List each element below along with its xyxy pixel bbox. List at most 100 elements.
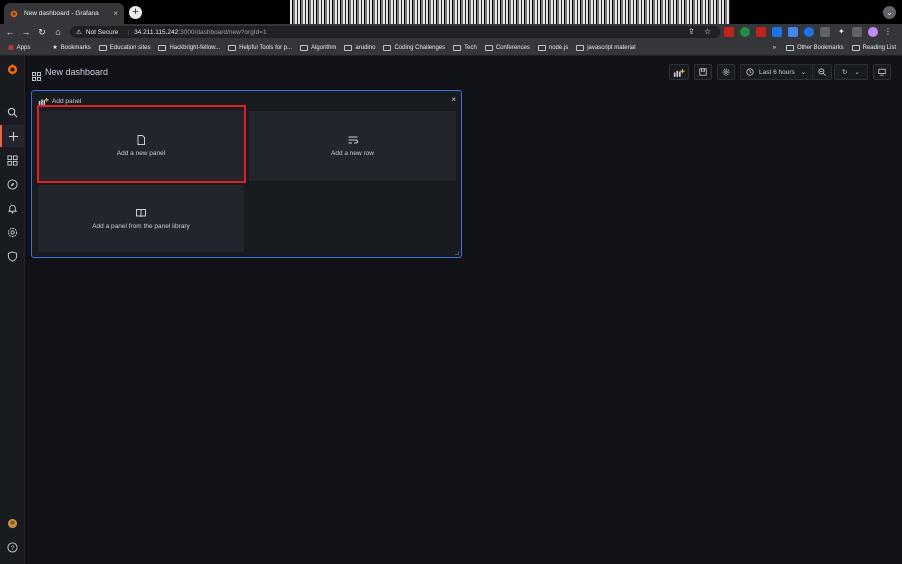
bookmark-folder[interactable]: Helpful Tools for p... xyxy=(228,44,292,51)
folder-icon xyxy=(537,44,546,51)
close-icon[interactable]: × xyxy=(451,95,456,104)
bookmark-folder[interactable]: Tech xyxy=(453,44,477,51)
clock-icon xyxy=(746,68,754,76)
extension-icon[interactable] xyxy=(740,27,750,37)
bookmark-star-icon[interactable]: ☆ xyxy=(704,27,714,37)
bookmark-folder[interactable]: javascript material xyxy=(576,44,636,51)
highlight-annotation-box xyxy=(37,105,246,183)
tab-title: New dashboard - Grafana xyxy=(24,10,99,17)
folder-icon xyxy=(576,44,585,51)
reading-list-icon xyxy=(851,45,860,51)
user-avatar[interactable] xyxy=(0,512,25,534)
folder-icon xyxy=(98,44,107,51)
refresh-dashboard-button[interactable]: ↻ ⌄ xyxy=(834,64,868,80)
row-icon xyxy=(348,136,358,144)
bookmark-apps[interactable]: ▦ Apps xyxy=(8,44,30,52)
share-icon[interactable]: ⇪ xyxy=(688,27,698,37)
address-host: 34.211.115.242 xyxy=(134,28,179,36)
book-icon xyxy=(136,208,146,217)
extension-icon[interactable] xyxy=(756,27,766,37)
add-library-panel-option[interactable]: Add a panel from the panel library xyxy=(38,185,244,252)
save-dashboard-button[interactable] xyxy=(694,64,712,80)
browser-chrome: New dashboard - Grafana × + ⌄ ← → ↻ ⌂ ⚠ … xyxy=(0,0,902,56)
extension-icon[interactable] xyxy=(788,27,798,37)
bookmark-folder[interactable]: Algorithm xyxy=(300,44,336,51)
add-panel-header: Add panel xyxy=(38,97,81,105)
new-tab-button[interactable]: + xyxy=(129,6,142,19)
bookmark-folder[interactable]: node.js xyxy=(537,44,568,51)
bookmark-folder[interactable]: Hackbright-fellow... xyxy=(158,44,220,51)
monitor-icon xyxy=(878,68,886,76)
star-icon: ★ xyxy=(52,45,58,51)
warning-icon: ⚠ xyxy=(76,29,82,36)
grafana-logo-icon[interactable] xyxy=(0,58,25,80)
svg-text:?: ? xyxy=(11,544,15,551)
configuration-gear-icon[interactable] xyxy=(0,221,25,243)
resize-handle[interactable] xyxy=(455,251,459,255)
address-bar[interactable]: ⚠ Not Secure | 34.211.115.242 :3000/dash… xyxy=(70,26,720,38)
extension-icon[interactable] xyxy=(724,27,734,37)
zoom-out-icon xyxy=(818,68,826,76)
option-label: Add a panel from the panel library xyxy=(92,222,190,230)
home-icon[interactable]: ⌂ xyxy=(52,26,64,38)
folder-icon xyxy=(383,44,392,51)
page-title: New dashboard xyxy=(45,67,109,77)
browser-menu-icon[interactable]: ⋮ xyxy=(884,27,894,37)
extension-icon[interactable] xyxy=(804,27,814,37)
folder-icon xyxy=(158,44,167,51)
folder-icon xyxy=(785,45,794,51)
add-new-row-option[interactable]: Add a new row xyxy=(249,111,456,181)
chevron-down-icon: ⌄ xyxy=(800,69,807,76)
reload-icon[interactable]: ↻ xyxy=(36,26,48,38)
alerting-bell-icon[interactable] xyxy=(0,197,25,219)
time-range-label: Last 6 hours xyxy=(759,68,795,76)
dashboard-grid-icon xyxy=(32,68,41,86)
add-panel-icon xyxy=(673,68,685,77)
help-question-icon[interactable]: ? xyxy=(0,536,25,558)
dashboard-settings-button[interactable] xyxy=(717,64,735,80)
extension-icon[interactable] xyxy=(852,27,862,37)
bookmark-other[interactable]: Other Bookmarks xyxy=(785,45,844,51)
bookmarks-bar-right: » Other Bookmarks Reading List xyxy=(773,40,896,56)
apps-grid-icon: ▦ xyxy=(8,45,14,51)
profile-avatar[interactable] xyxy=(868,27,878,37)
option-label: Add a new row xyxy=(331,150,374,157)
bookmark-folder[interactable]: arudino xyxy=(344,44,375,51)
tab-strip-artifact xyxy=(290,0,730,24)
grafana-favicon-icon xyxy=(10,10,18,18)
zoom-out-time-button[interactable] xyxy=(812,64,832,80)
save-icon xyxy=(699,68,707,76)
time-range-picker[interactable]: Last 6 hours ⌄ xyxy=(740,64,813,80)
gear-icon xyxy=(722,68,730,76)
reading-list-button[interactable]: Reading List xyxy=(851,45,896,51)
dashboards-grid-icon[interactable] xyxy=(0,149,25,171)
folder-icon xyxy=(228,44,237,51)
browser-tab-active[interactable]: New dashboard - Grafana × xyxy=(4,3,124,24)
bookmark-folder[interactable]: Education sites xyxy=(98,44,150,51)
create-plus-icon[interactable] xyxy=(0,125,25,147)
forward-arrow-icon[interactable]: → xyxy=(20,26,32,38)
bookmarks-bar: ▦ Apps ★ Bookmarks Education sites Hackbri… xyxy=(0,40,902,56)
explore-compass-icon[interactable] xyxy=(0,173,25,195)
chevron-down-icon: ⌄ xyxy=(854,69,860,76)
bookmarks-overflow-icon[interactable]: » xyxy=(773,45,776,51)
extension-icon[interactable] xyxy=(820,27,830,37)
tab-close-icon[interactable]: × xyxy=(113,9,118,18)
server-admin-shield-icon[interactable] xyxy=(0,245,25,267)
folder-icon xyxy=(484,44,493,51)
folder-icon xyxy=(344,44,353,51)
folder-icon xyxy=(300,44,309,51)
panel-title: Add panel xyxy=(52,97,82,105)
not-secure-label: Not Secure xyxy=(85,28,119,36)
bookmark-bookmarks[interactable]: ★ Bookmarks xyxy=(52,44,90,52)
tab-search-chevron-icon[interactable]: ⌄ xyxy=(883,6,896,19)
add-panel-icon xyxy=(38,97,49,105)
bookmark-folder[interactable]: Coding Challenges xyxy=(383,44,445,51)
cycle-view-mode-button[interactable] xyxy=(873,64,891,80)
search-icon[interactable] xyxy=(0,101,25,123)
extension-icon[interactable] xyxy=(772,27,782,37)
add-panel-button[interactable] xyxy=(669,64,689,80)
bookmark-folder[interactable]: Conferences xyxy=(484,44,530,51)
extensions-puzzle-icon[interactable]: ✦ xyxy=(838,27,848,37)
back-arrow-icon[interactable]: ← xyxy=(4,26,16,38)
